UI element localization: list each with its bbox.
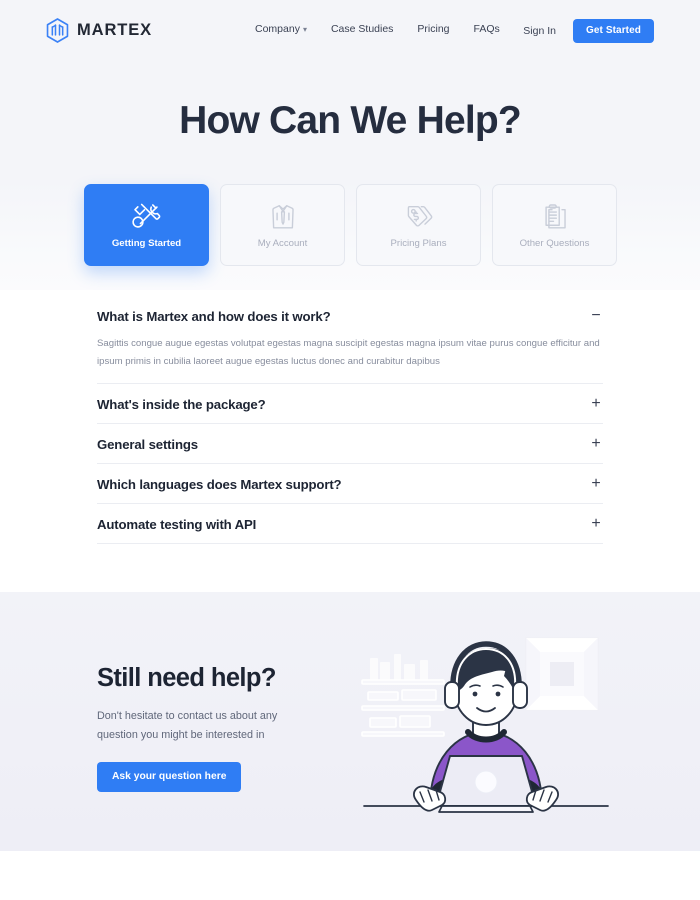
faq-question: What is Martex and how does it work? [97, 308, 331, 324]
clipboard-document-icon [544, 203, 566, 228]
faq-item: General settings + [97, 424, 603, 465]
faq-question: What's inside the package? [97, 396, 266, 412]
help-subtitle: Don't hesitate to contact us about any q… [97, 710, 278, 741]
navbar: MARTEX Company ▾ Case Studies Pricing FAQ… [0, 0, 700, 60]
faq-item: Automate testing with API + [97, 504, 603, 545]
category-card-pricing-plans[interactable]: Pricing Plans [356, 184, 481, 266]
faq-toggle-row[interactable]: Automate testing with API + [97, 504, 603, 543]
plus-icon[interactable]: + [589, 476, 603, 492]
faq-toggle-row[interactable]: What's inside the package? + [97, 384, 603, 423]
category-card-other-questions[interactable]: Other Questions [492, 184, 617, 266]
minus-icon[interactable]: − [589, 308, 603, 324]
faq-item: Which languages does Martex support? + [97, 464, 603, 505]
plus-icon[interactable]: + [589, 516, 603, 532]
help-title: Still need help? [97, 664, 276, 692]
faq-toggle-row[interactable]: What is Martex and how does it work? − [97, 296, 603, 335]
faq-answer: Sagittis congue augue egestas volutpat e… [97, 338, 600, 367]
category-card-getting-started[interactable]: Getting Started [84, 184, 209, 266]
plus-icon[interactable]: + [589, 436, 603, 452]
faq-item: What's inside the package? + [97, 384, 603, 425]
nav-links: Company ▾ Case Studies Pricing FAQs [255, 23, 500, 35]
get-started-button[interactable]: Get Started [572, 19, 654, 43]
nav-link-case-studies[interactable]: Case Studies [331, 23, 393, 35]
price-tag-dollar-icon [407, 205, 432, 227]
sign-in-link[interactable]: Sign In [523, 25, 556, 37]
category-cards: Getting Started My Account Pricing Plans… [84, 184, 617, 266]
chevron-down-icon: ▾ [302, 24, 307, 34]
ask-question-button[interactable]: Ask your question here [97, 762, 242, 793]
support-agent-illustration [361, 637, 609, 813]
faq-question: General settings [97, 436, 198, 452]
hexagon-cube-icon [46, 18, 69, 43]
help-text-block: Still need help? Don't hesitate to conta… [97, 664, 347, 793]
category-label-pricing-plans: Pricing Plans [390, 237, 447, 249]
category-card-my-account[interactable]: My Account [220, 184, 345, 266]
faq-accordion: What is Martex and how does it work? − S… [97, 296, 603, 545]
category-label-my-account: My Account [257, 237, 308, 249]
nav-link-company-label: Company [255, 23, 300, 35]
nav-link-company[interactable]: Company ▾ [255, 23, 307, 35]
shirt-tie-icon [271, 204, 294, 228]
brand-logo[interactable]: MARTEX [46, 18, 152, 43]
brand-name: MARTEX [77, 21, 153, 39]
faq-toggle-row[interactable]: Which languages does Martex support? + [97, 464, 603, 503]
nav-link-pricing[interactable]: Pricing [417, 23, 449, 35]
page-title: How Can We Help? [179, 99, 522, 142]
category-label-other-questions: Other Questions [519, 237, 590, 249]
faq-page: MARTEX Company ▾ Case Studies Pricing FAQ… [0, 0, 700, 900]
faq-toggle-row[interactable]: General settings + [97, 424, 603, 463]
category-label-getting-started: Getting Started [111, 237, 182, 249]
nav-link-faqs[interactable]: FAQs [474, 23, 500, 35]
faq-question: Which languages does Martex support? [97, 476, 342, 492]
faq-item: What is Martex and how does it work? − S… [97, 296, 603, 385]
page-bottom-spacer [0, 851, 700, 900]
plus-icon[interactable]: + [589, 396, 603, 412]
nav-actions: Sign In Get Started [523, 19, 654, 43]
tools-wrench-screwdriver-icon [131, 203, 160, 228]
faq-question: Automate testing with API [97, 516, 257, 532]
